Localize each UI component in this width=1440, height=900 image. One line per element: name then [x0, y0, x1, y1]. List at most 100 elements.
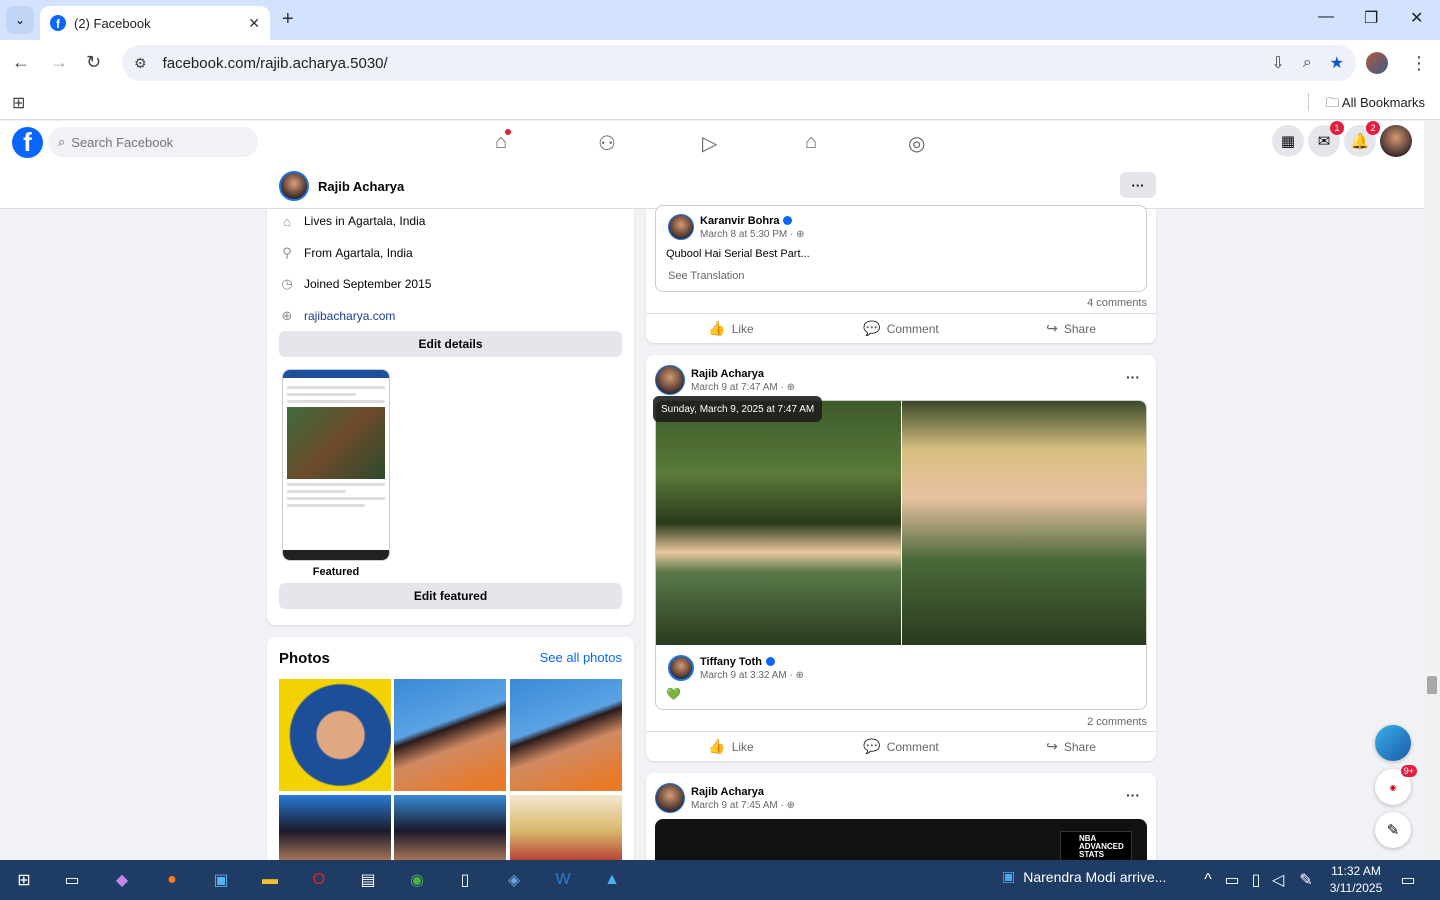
notification-center-icon[interactable]: ▭: [1396, 868, 1420, 892]
like-button[interactable]: 👍 Like: [646, 732, 816, 761]
photo-thumbnail[interactable]: [279, 795, 391, 867]
facebook-logo-icon[interactable]: f: [12, 127, 43, 158]
chat-head-news[interactable]: ◉ 9+: [1375, 765, 1417, 805]
comment-button[interactable]: 💬 Comment: [816, 732, 986, 761]
comments-count[interactable]: 2 comments: [1087, 716, 1147, 728]
page-scrollbar[interactable]: [1424, 121, 1440, 859]
app-icon[interactable]: ◈: [502, 868, 526, 892]
edit-details-button[interactable]: Edit details: [279, 331, 622, 357]
address-bar[interactable]: ⚙ facebook.com/rajib.acharya.5030/ ⇩ ⌕ ★: [122, 45, 1356, 81]
photo-thumbnail[interactable]: [279, 679, 391, 791]
photo-thumbnail[interactable]: [394, 795, 506, 867]
post-timestamp[interactable]: March 9 at 7:45 AM ·: [691, 800, 784, 811]
chat-head-avatar[interactable]: [1375, 725, 1411, 761]
search-box[interactable]: ⌕: [48, 127, 258, 157]
lives-location[interactable]: Agartala, India: [348, 214, 425, 228]
close-tab-icon[interactable]: ✕: [248, 15, 260, 32]
home-icon[interactable]: ⌂: [495, 129, 512, 154]
minimize-button[interactable]: —: [1318, 8, 1334, 26]
url-text[interactable]: facebook.com/rajib.acharya.5030/: [163, 55, 1254, 72]
avatar[interactable]: [668, 655, 694, 681]
scrollbar-thumb[interactable]: [1427, 676, 1437, 694]
chevron-up-icon[interactable]: ^: [1196, 868, 1220, 892]
all-bookmarks-button[interactable]: 🗀 All Bookmarks: [1326, 94, 1425, 116]
post-author[interactable]: Rajib Acharya: [691, 786, 795, 798]
share-button[interactable]: ↪ Share: [986, 732, 1156, 761]
post-timestamp[interactable]: March 9 at 7:47 AM ·: [691, 382, 784, 393]
battery-icon[interactable]: ▭: [1220, 868, 1244, 892]
photo-thumbnail[interactable]: [510, 679, 622, 791]
chrome-icon[interactable]: ◉: [405, 868, 429, 892]
like-button[interactable]: 👍 Like: [646, 314, 816, 343]
comment-button[interactable]: 💬 Comment: [816, 314, 986, 343]
windows-start-icon[interactable]: ⊞: [12, 868, 36, 892]
see-all-photos-link[interactable]: See all photos: [540, 650, 622, 665]
pen-icon[interactable]: ✎: [1294, 868, 1318, 892]
volume-icon[interactable]: ◁: [1266, 868, 1290, 892]
browser-tab-facebook[interactable]: f (2) Facebook ✕: [40, 6, 270, 40]
opera-icon[interactable]: O: [307, 868, 331, 892]
website-link[interactable]: rajibacharya.com: [304, 309, 395, 323]
avatar[interactable]: [655, 783, 685, 813]
bookmark-star-icon[interactable]: ★: [1330, 53, 1344, 73]
new-tab-button[interactable]: +: [282, 8, 294, 31]
close-window-button[interactable]: ✕: [1410, 8, 1423, 28]
messenger-icon[interactable]: ✉ 1: [1308, 121, 1344, 157]
maximize-button[interactable]: ❐: [1364, 8, 1378, 28]
profile-avatar[interactable]: [1366, 52, 1388, 74]
task-view-icon[interactable]: ▭: [60, 868, 84, 892]
search-input[interactable]: [71, 134, 242, 150]
shared-author[interactable]: Tiffany Toth: [700, 656, 804, 668]
install-app-icon[interactable]: ⇩: [1271, 53, 1284, 73]
menu-grid-icon[interactable]: ▦: [1272, 125, 1304, 157]
post-photo[interactable]: [656, 401, 901, 645]
featured-item[interactable]: [282, 369, 390, 561]
from-location[interactable]: Agartala, India: [335, 246, 412, 260]
word-icon[interactable]: W: [551, 868, 575, 892]
network-icon[interactable]: ▯: [1244, 868, 1268, 892]
more-options-button[interactable]: ···: [1120, 172, 1156, 198]
comments-count[interactable]: 4 comments: [1087, 297, 1147, 309]
post-options-icon[interactable]: ···: [1126, 787, 1140, 803]
photos-app-icon[interactable]: ▲: [600, 868, 624, 892]
friends-icon[interactable]: ⚇: [598, 131, 616, 156]
post-photo[interactable]: [902, 401, 1146, 645]
file-explorer-icon[interactable]: ▬: [258, 868, 282, 892]
photo-thumbnail[interactable]: [394, 679, 506, 791]
photo-thumbnail[interactable]: [510, 795, 622, 867]
post-video[interactable]: NBA ADVANCED STATS: [655, 819, 1147, 860]
edit-featured-button[interactable]: Edit featured: [279, 583, 622, 609]
post-author[interactable]: Rajib Acharya: [691, 368, 795, 380]
avatar[interactable]: [668, 214, 694, 240]
shared-author[interactable]: Karanvir Bohra: [700, 215, 805, 227]
reload-button[interactable]: ↻: [86, 52, 101, 73]
post-timestamp[interactable]: March 8 at 5:30 PM ·: [700, 229, 793, 240]
store-icon[interactable]: ▤: [356, 868, 380, 892]
post-options-icon[interactable]: ···: [1126, 369, 1140, 385]
menu-icon[interactable]: ⋮: [1410, 53, 1428, 74]
copilot-icon[interactable]: ◆: [110, 868, 134, 892]
tab-search-button[interactable]: ⌄: [6, 6, 34, 34]
groups-icon[interactable]: ◎: [908, 131, 925, 156]
notifications-icon[interactable]: 🔔 2: [1344, 121, 1380, 157]
zoom-icon[interactable]: ⌕: [1303, 54, 1312, 72]
new-message-icon[interactable]: ✎: [1375, 812, 1411, 848]
video-icon[interactable]: ▷: [702, 131, 717, 156]
account-avatar[interactable]: [1380, 125, 1412, 157]
profile-name[interactable]: Rajib Acharya: [318, 179, 404, 194]
back-button[interactable]: ←: [12, 52, 30, 73]
avatar[interactable]: [279, 171, 309, 201]
remote-desktop-icon[interactable]: ▣: [209, 868, 233, 892]
post-timestamp[interactable]: March 9 at 3:32 AM ·: [700, 670, 793, 681]
avatar[interactable]: [655, 365, 685, 395]
system-clock[interactable]: 11:32 AM 3/11/2025: [1316, 863, 1396, 897]
shared-post[interactable]: Karanvir Bohra March 8 at 5:30 PM · ⊕ Qu…: [655, 205, 1147, 292]
firefox-icon[interactable]: ●: [160, 868, 184, 892]
forward-button[interactable]: →: [50, 52, 68, 73]
news-widget[interactable]: ▣ Narendra Modi arrive...: [1002, 868, 1166, 885]
share-button[interactable]: ↪ Share: [986, 314, 1156, 343]
site-info-icon[interactable]: ⚙: [134, 55, 147, 72]
marketplace-icon[interactable]: ⌂: [805, 131, 817, 154]
notepad-icon[interactable]: ▯: [453, 868, 477, 892]
shared-post[interactable]: Tiffany Toth March 9 at 3:32 AM · ⊕ 💚: [655, 400, 1147, 710]
